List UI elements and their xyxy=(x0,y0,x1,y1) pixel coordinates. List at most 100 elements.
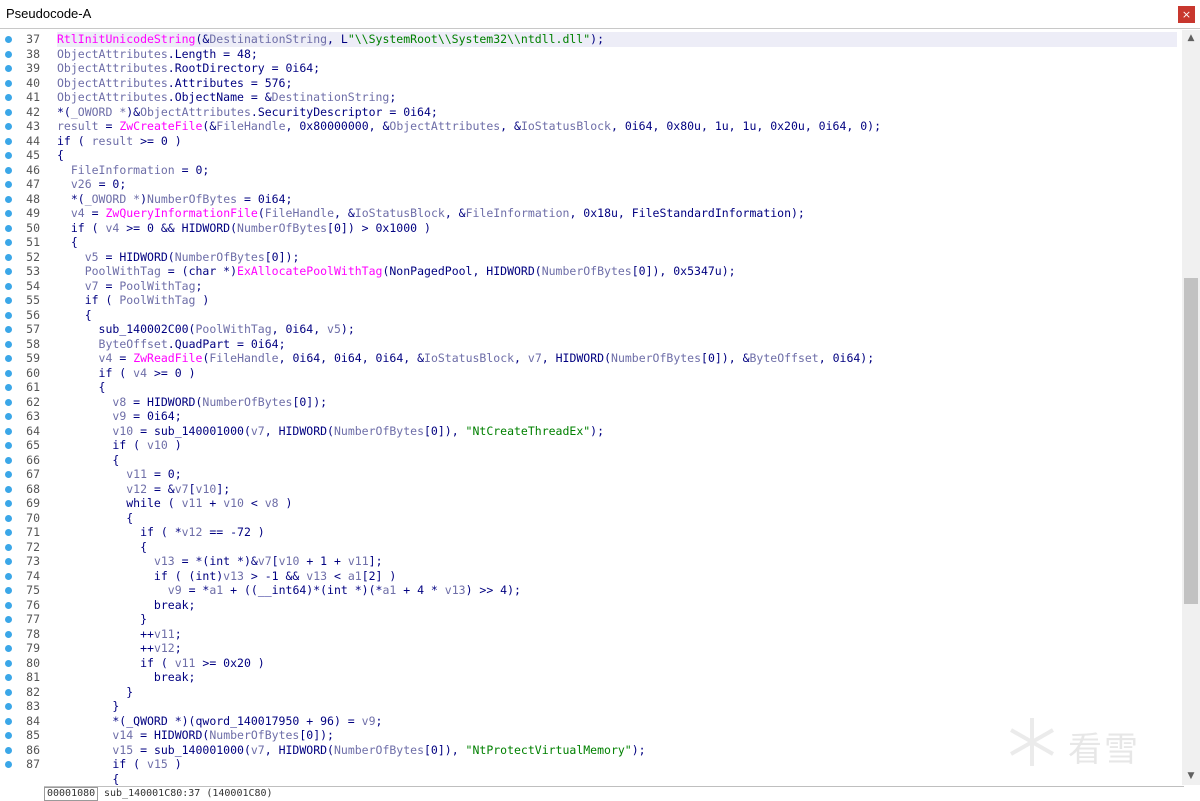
code-line[interactable]: if ( v15 ) xyxy=(57,757,181,772)
pseudocode-editor[interactable]: 37 38 39 40 41 42 43 44 45 46 47 48 49 50 51 52 53 54 55 56… xyxy=(0,30,1200,785)
breakpoint-dot-icon[interactable] xyxy=(5,514,12,522)
breakpoint-dot-icon[interactable] xyxy=(5,616,12,623)
code-line[interactable]: v12 = &v7[v10]; xyxy=(57,482,230,497)
code-line[interactable]: ++v11; xyxy=(57,627,182,642)
breakpoint-dot-icon[interactable] xyxy=(5,645,12,652)
code-line[interactable]: ObjectAttributes.ObjectName = &Destinati… xyxy=(57,90,396,105)
code-line[interactable]: if ( v4 >= 0 && HIDWORD(NumberOfBytes[0]… xyxy=(57,221,431,236)
breakpoint-dot-icon[interactable] xyxy=(5,311,12,319)
breakpoint-dot-icon[interactable] xyxy=(5,572,12,580)
code-line[interactable]: ++v12; xyxy=(57,641,182,656)
breakpoint-dot-icon[interactable] xyxy=(5,108,12,116)
breakpoint-dot-icon[interactable] xyxy=(5,732,12,739)
breakpoint-dot-icon[interactable] xyxy=(5,543,12,551)
code-line[interactable]: { xyxy=(57,380,106,395)
code-line[interactable]: v13 = *(int *)&v7[v10 + 1 + v11]; xyxy=(57,554,383,569)
breakpoint-dot-icon[interactable] xyxy=(5,79,12,87)
breakpoint-dot-icon[interactable] xyxy=(5,456,12,464)
breakpoint-dot-icon[interactable] xyxy=(5,630,12,638)
code-line[interactable]: if ( (int)v13 > -1 && v13 < a1[2] ) xyxy=(57,569,396,584)
close-button[interactable]: × xyxy=(1178,6,1195,23)
code-line[interactable]: RtlInitUnicodeString(&DestinationString,… xyxy=(57,32,1177,47)
breakpoint-dot-icon[interactable] xyxy=(5,239,12,246)
breakpoint-dot-icon[interactable] xyxy=(5,210,12,217)
code-area[interactable]: RtlInitUnicodeString(&DestinationString,… xyxy=(44,30,1182,785)
code-line[interactable]: *(_QWORD *)(qword_140017950 + 96) = v9; xyxy=(57,714,382,729)
code-line[interactable]: break; xyxy=(57,670,196,685)
breakpoint-dot-icon[interactable] xyxy=(5,253,12,261)
breakpoint-dot-icon[interactable] xyxy=(5,500,12,507)
breakpoint-dot-icon[interactable] xyxy=(5,181,12,188)
code-line[interactable]: { xyxy=(57,511,133,526)
breakpoint-dot-icon[interactable] xyxy=(5,195,12,203)
code-line[interactable]: { xyxy=(57,308,92,323)
code-line[interactable]: { xyxy=(57,235,78,250)
breakpoint-dot-icon[interactable] xyxy=(5,166,12,174)
code-line[interactable]: PoolWithTag = (char *)ExAllocatePoolWith… xyxy=(57,264,736,279)
code-line[interactable]: if ( v11 >= 0x20 ) xyxy=(57,656,265,671)
code-line[interactable]: { xyxy=(57,453,119,468)
code-line[interactable]: if ( v4 >= 0 ) xyxy=(57,366,196,381)
code-line[interactable]: v8 = HIDWORD(NumberOfBytes[0]); xyxy=(57,395,327,410)
breakpoint-dot-icon[interactable] xyxy=(5,688,12,696)
code-line[interactable]: v10 = sub_140001000(v7, HIDWORD(NumberOf… xyxy=(57,424,604,439)
breakpoint-dot-icon[interactable] xyxy=(5,297,12,304)
code-line[interactable]: v14 = HIDWORD(NumberOfBytes[0]); xyxy=(57,728,334,743)
breakpoint-dot-icon[interactable] xyxy=(5,761,12,768)
breakpoint-dot-icon[interactable] xyxy=(5,355,12,362)
code-line[interactable]: v4 = ZwQueryInformationFile(FileHandle, … xyxy=(57,206,805,221)
code-line[interactable]: ObjectAttributes.Attributes = 576; xyxy=(57,76,292,91)
code-line[interactable]: ByteOffset.QuadPart = 0i64; xyxy=(57,337,286,352)
breakpoint-dot-icon[interactable] xyxy=(5,224,12,232)
breakpoint-dot-icon[interactable] xyxy=(5,137,12,145)
breakpoint-dot-icon[interactable] xyxy=(5,558,12,565)
code-line[interactable]: v9 = 0i64; xyxy=(57,409,181,424)
breakpoint-dot-icon[interactable] xyxy=(5,471,12,478)
code-line[interactable]: } xyxy=(57,699,119,714)
breakpoint-dot-icon[interactable] xyxy=(5,703,12,710)
code-line[interactable]: v15 = sub_140001000(v7, HIDWORD(NumberOf… xyxy=(57,743,645,758)
breakpoint-dot-icon[interactable] xyxy=(5,326,12,333)
code-line[interactable]: v26 = 0; xyxy=(57,177,126,192)
vertical-scrollbar[interactable]: ▲ ▼ xyxy=(1182,30,1200,785)
breakpoint-dot-icon[interactable] xyxy=(5,659,12,667)
code-line[interactable]: if ( *v12 == -72 ) xyxy=(57,525,265,540)
breakpoint-dot-icon[interactable] xyxy=(5,398,12,406)
code-line[interactable]: *(_OWORD *)NumberOfBytes = 0i64; xyxy=(57,192,293,207)
breakpoint-dot-icon[interactable] xyxy=(5,50,12,58)
breakpoint-dot-icon[interactable] xyxy=(5,152,12,159)
code-line[interactable]: while ( v11 + v10 < v8 ) xyxy=(57,496,292,511)
code-line[interactable]: result = ZwCreateFile(&FileHandle, 0x800… xyxy=(57,119,881,134)
code-line[interactable]: v9 = *a1 + ((__int64)*(int *)(*a1 + 4 * … xyxy=(57,583,521,598)
code-line[interactable]: if ( PoolWithTag ) xyxy=(57,293,210,308)
breakpoint-dot-icon[interactable] xyxy=(5,413,12,420)
code-line[interactable]: { xyxy=(57,540,147,555)
breakpoint-dot-icon[interactable] xyxy=(5,340,12,348)
scroll-up-arrow-icon[interactable]: ▲ xyxy=(1182,30,1200,47)
breakpoint-dot-icon[interactable] xyxy=(5,442,12,449)
code-line[interactable]: sub_140002C00(PoolWithTag, 0i64, v5); xyxy=(57,322,355,337)
breakpoint-dot-icon[interactable] xyxy=(5,485,12,493)
code-line[interactable]: break; xyxy=(57,598,196,613)
breakpoint-dot-icon[interactable] xyxy=(5,36,12,43)
code-line[interactable]: { xyxy=(57,148,64,163)
breakpoint-dot-icon[interactable] xyxy=(5,717,12,725)
code-line[interactable]: if ( v10 ) xyxy=(57,438,181,453)
breakpoint-dot-icon[interactable] xyxy=(5,529,12,536)
code-line[interactable]: v5 = HIDWORD(NumberOfBytes[0]); xyxy=(57,250,300,265)
code-line[interactable]: v11 = 0; xyxy=(57,467,181,482)
breakpoint-dot-icon[interactable] xyxy=(5,746,12,754)
breakpoint-dot-icon[interactable] xyxy=(5,123,12,130)
breakpoint-dot-icon[interactable] xyxy=(5,65,12,72)
code-line[interactable]: } xyxy=(57,612,147,627)
breakpoint-dot-icon[interactable] xyxy=(5,587,12,594)
code-line[interactable]: v4 = ZwReadFile(FileHandle, 0i64, 0i64, … xyxy=(57,351,875,366)
scrollbar-thumb[interactable] xyxy=(1184,278,1198,604)
code-line[interactable]: v7 = PoolWithTag; xyxy=(57,279,203,294)
code-line[interactable]: } xyxy=(57,685,133,700)
breakpoint-dot-icon[interactable] xyxy=(5,674,12,681)
breakpoint-dot-icon[interactable] xyxy=(5,268,12,275)
code-line[interactable]: *(_OWORD *)&ObjectAttributes.SecurityDes… xyxy=(57,105,438,120)
code-line[interactable]: ObjectAttributes.RootDirectory = 0i64; xyxy=(57,61,320,76)
code-line[interactable]: FileInformation = 0; xyxy=(57,163,209,178)
